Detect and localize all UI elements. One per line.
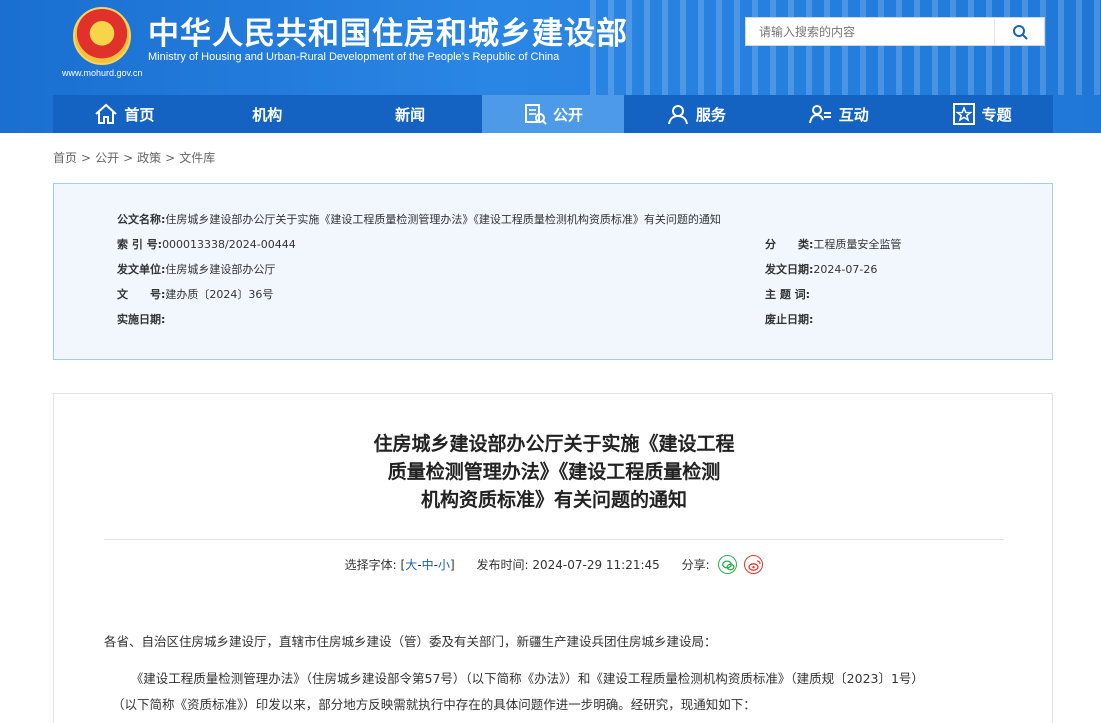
wechat-share-icon[interactable] xyxy=(717,555,737,574)
font-bracket-close: ] xyxy=(449,558,455,572)
document-meta-box: 公文名称:住房城乡建设部办公厅关于实施《建设工程质量检测管理办法》《建设工程质量… xyxy=(53,183,1053,360)
breadcrumb-item-home[interactable]: 首页 xyxy=(53,151,77,165)
meta-doc-name: 公文名称:住房城乡建设部办公厅关于实施《建设工程质量检测管理办法》《建设工程质量… xyxy=(117,211,721,227)
service-icon xyxy=(667,105,688,125)
nav-item-org[interactable]: 机构 xyxy=(196,95,339,133)
meta-category: 分 类:工程质量安全监管 xyxy=(765,236,901,252)
meta-issue-date: 发文日期:2024-07-26 xyxy=(765,261,877,277)
national-emblem-icon[interactable]: ★ xyxy=(73,7,131,65)
nav-item-news[interactable]: 新闻 xyxy=(339,95,482,133)
font-size-medium[interactable]: 中 xyxy=(422,558,434,572)
header-background-building xyxy=(590,0,1101,95)
nav-label: 服务 xyxy=(695,105,726,124)
search-button[interactable] xyxy=(994,18,1044,45)
nav-item-interact[interactable]: 互动 xyxy=(767,95,910,133)
publish-time-label: 发布时间: xyxy=(476,558,529,572)
star-icon xyxy=(952,103,975,125)
meta-label: 公文名称: xyxy=(117,213,166,226)
publish-time: 2024-07-29 11:21:45 xyxy=(532,558,660,572)
meta-issuer: 发文单位:住房城乡建设部办公厅 xyxy=(117,261,275,277)
site-domain: www.mohurd.gov.cn xyxy=(62,68,143,78)
search-input[interactable] xyxy=(746,18,994,45)
nav-item-service[interactable]: 服务 xyxy=(624,95,767,133)
nav-label: 专题 xyxy=(981,105,1012,124)
nav-item-topic[interactable]: 专题 xyxy=(910,95,1053,133)
meta-label: 分 类: xyxy=(765,238,814,251)
main-nav: 首页 机构 新闻 公开 服务 互动 专题 xyxy=(53,95,1053,133)
article: 住房城乡建设部办公厅关于实施《建设工程 质量检测管理办法》《建设工程质量检测 机… xyxy=(53,393,1053,723)
meta-label: 主 题 词: xyxy=(765,288,811,301)
share-label: 分享: xyxy=(681,558,710,572)
document-icon xyxy=(525,104,547,125)
meta-doc-no: 文 号:建办质〔2024〕36号 xyxy=(117,286,273,302)
article-title-line: 质量检测管理办法》《建设工程质量检测 xyxy=(387,461,721,483)
article-paragraph: 《建设工程质量检测管理办法》（住房城乡建设部令第57号）（以下简称《办法》）和《… xyxy=(112,671,924,686)
font-size-label: 选择字体: xyxy=(344,558,397,572)
search-icon xyxy=(1012,24,1027,39)
article-tools: 选择字体: [大-中-小] 发布时间: 2024-07-29 11:21:45 … xyxy=(54,555,1054,575)
meta-value: 住房城乡建设部办公厅关于实施《建设工程质量检测管理办法》《建设工程质量检测机构资… xyxy=(165,213,721,226)
search-box xyxy=(745,17,1045,46)
nav-label: 机构 xyxy=(252,105,283,124)
weibo-icon xyxy=(748,560,761,571)
nav-label: 首页 xyxy=(124,105,155,124)
meta-value: 000013338/2024-00444 xyxy=(162,238,296,251)
meta-label: 发文单位: xyxy=(117,263,166,276)
breadcrumb-separator: > xyxy=(123,151,134,165)
nav-item-home[interactable]: 首页 xyxy=(53,95,196,133)
article-paragraph: （以下简称《资质标准》）印发以来，部分地方反映需就执行中存在的具体问题作进一步明… xyxy=(112,697,756,712)
meta-value: 2024-07-26 xyxy=(813,263,878,276)
meta-label: 文 号: xyxy=(117,288,166,301)
nav-label: 新闻 xyxy=(395,105,426,124)
home-icon xyxy=(95,103,118,124)
meta-value: 建办质〔2024〕36号 xyxy=(165,288,274,301)
meta-repeal-date: 废止日期: xyxy=(765,311,813,327)
nav-item-public[interactable]: 公开 xyxy=(481,95,625,133)
meta-label: 索 引 号: xyxy=(117,238,163,251)
article-paragraph: 各省、自治区住房城乡建设厅，直辖市住房城乡建设（管）委及有关部门，新疆生产建设兵… xyxy=(104,634,717,649)
meta-effective-date: 实施日期: xyxy=(117,311,165,327)
wechat-icon xyxy=(721,560,735,571)
meta-label: 发文日期: xyxy=(765,263,814,276)
title-divider xyxy=(104,539,1004,540)
nav-label: 互动 xyxy=(838,105,869,124)
meta-value: 工程质量安全监管 xyxy=(813,238,902,251)
meta-label: 实施日期: xyxy=(117,313,166,326)
article-title: 住房城乡建设部办公厅关于实施《建设工程 质量检测管理办法》《建设工程质量检测 机… xyxy=(54,430,1054,514)
meta-label: 废止日期: xyxy=(765,313,814,326)
font-size-small[interactable]: 小 xyxy=(438,558,450,572)
nav-label: 公开 xyxy=(553,105,584,124)
font-size-large[interactable]: 大 xyxy=(405,558,417,572)
breadcrumb-item-library[interactable]: 文件库 xyxy=(179,151,215,165)
breadcrumb: 首页 > 公开 > 政策 > 文件库 xyxy=(53,149,215,166)
meta-value: 住房城乡建设部办公厅 xyxy=(165,263,276,276)
weibo-share-icon[interactable] xyxy=(744,555,764,574)
meta-index: 索 引 号:000013338/2024-00444 xyxy=(117,236,296,252)
site-header: ★ www.mohurd.gov.cn 中华人民共和国住房和城乡建设部 Mini… xyxy=(0,0,1101,133)
site-title-cn[interactable]: 中华人民共和国住房和城乡建设部 xyxy=(148,8,628,53)
breadcrumb-separator: > xyxy=(165,151,176,165)
emblem-star-icon: ★ xyxy=(97,19,111,35)
breadcrumb-item-public[interactable]: 公开 xyxy=(95,151,119,165)
site-title-en: Ministry of Housing and Urban-Rural Deve… xyxy=(148,51,560,63)
breadcrumb-item-policy[interactable]: 政策 xyxy=(137,151,161,165)
article-title-line: 住房城乡建设部办公厅关于实施《建设工程 xyxy=(373,433,735,455)
meta-keywords: 主 题 词: xyxy=(765,286,810,302)
article-title-line: 机构资质标准》有关问题的通知 xyxy=(420,489,687,511)
interact-icon xyxy=(808,105,831,124)
breadcrumb-separator: > xyxy=(81,151,92,165)
